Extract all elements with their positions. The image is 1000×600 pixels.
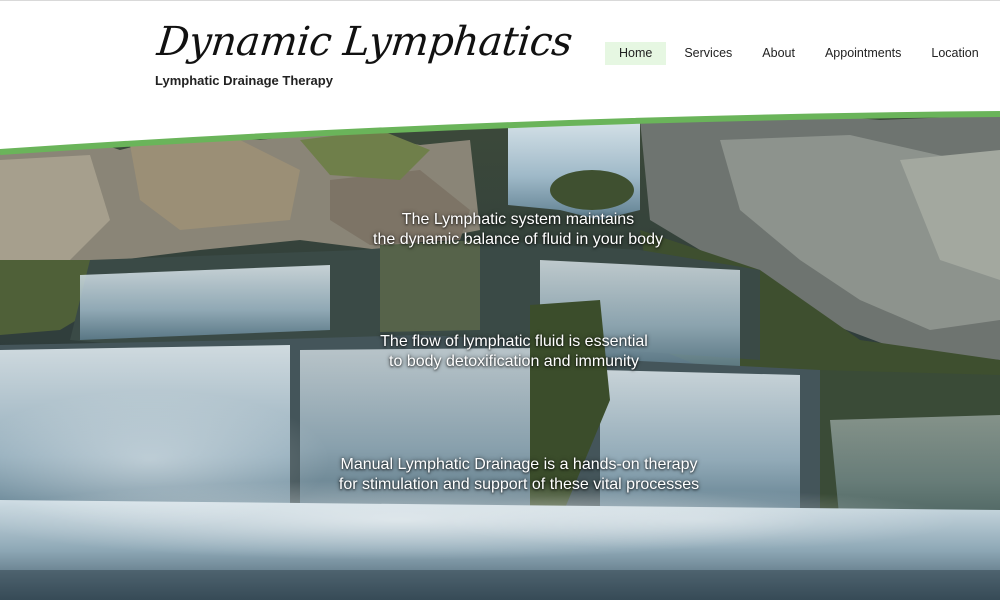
nav-location[interactable]: Location <box>917 42 992 65</box>
main-nav: Home Services About Appointments Locatio… <box>605 42 995 65</box>
hero-caption-2: The flow of lymphatic fluid is essential… <box>14 332 1000 372</box>
green-wave-divider <box>0 100 1000 155</box>
hero-caption-1-line-1: The Lymphatic system maintains <box>401 211 635 228</box>
hero-caption-3-line-2: for stimulation and support of these vit… <box>338 476 700 493</box>
nav-appointments[interactable]: Appointments <box>811 42 915 65</box>
hero-caption-1-line-2: the dynamic balance of fluid in your bod… <box>373 231 663 248</box>
nav-home[interactable]: Home <box>605 42 667 65</box>
hero-caption-3: Manual Lymphatic Drainage is a hands-on … <box>19 455 1000 495</box>
site-tagline: Lymphatic Drainage Therapy <box>155 73 333 88</box>
hero-caption-3-line-1: Manual Lymphatic Drainage is a hands-on … <box>340 456 698 473</box>
hero-caption-2-line-1: The flow of lymphatic fluid is essential <box>380 333 648 350</box>
nav-about[interactable]: About <box>748 42 809 65</box>
nav-services[interactable]: Services <box>670 42 746 65</box>
hero-caption-1: The Lymphatic system maintains the dynam… <box>18 210 1000 250</box>
site-logo[interactable]: Dynamic Lymphatics <box>155 19 574 65</box>
hero-caption-2-line-2: to body detoxification and immunity <box>389 353 639 370</box>
